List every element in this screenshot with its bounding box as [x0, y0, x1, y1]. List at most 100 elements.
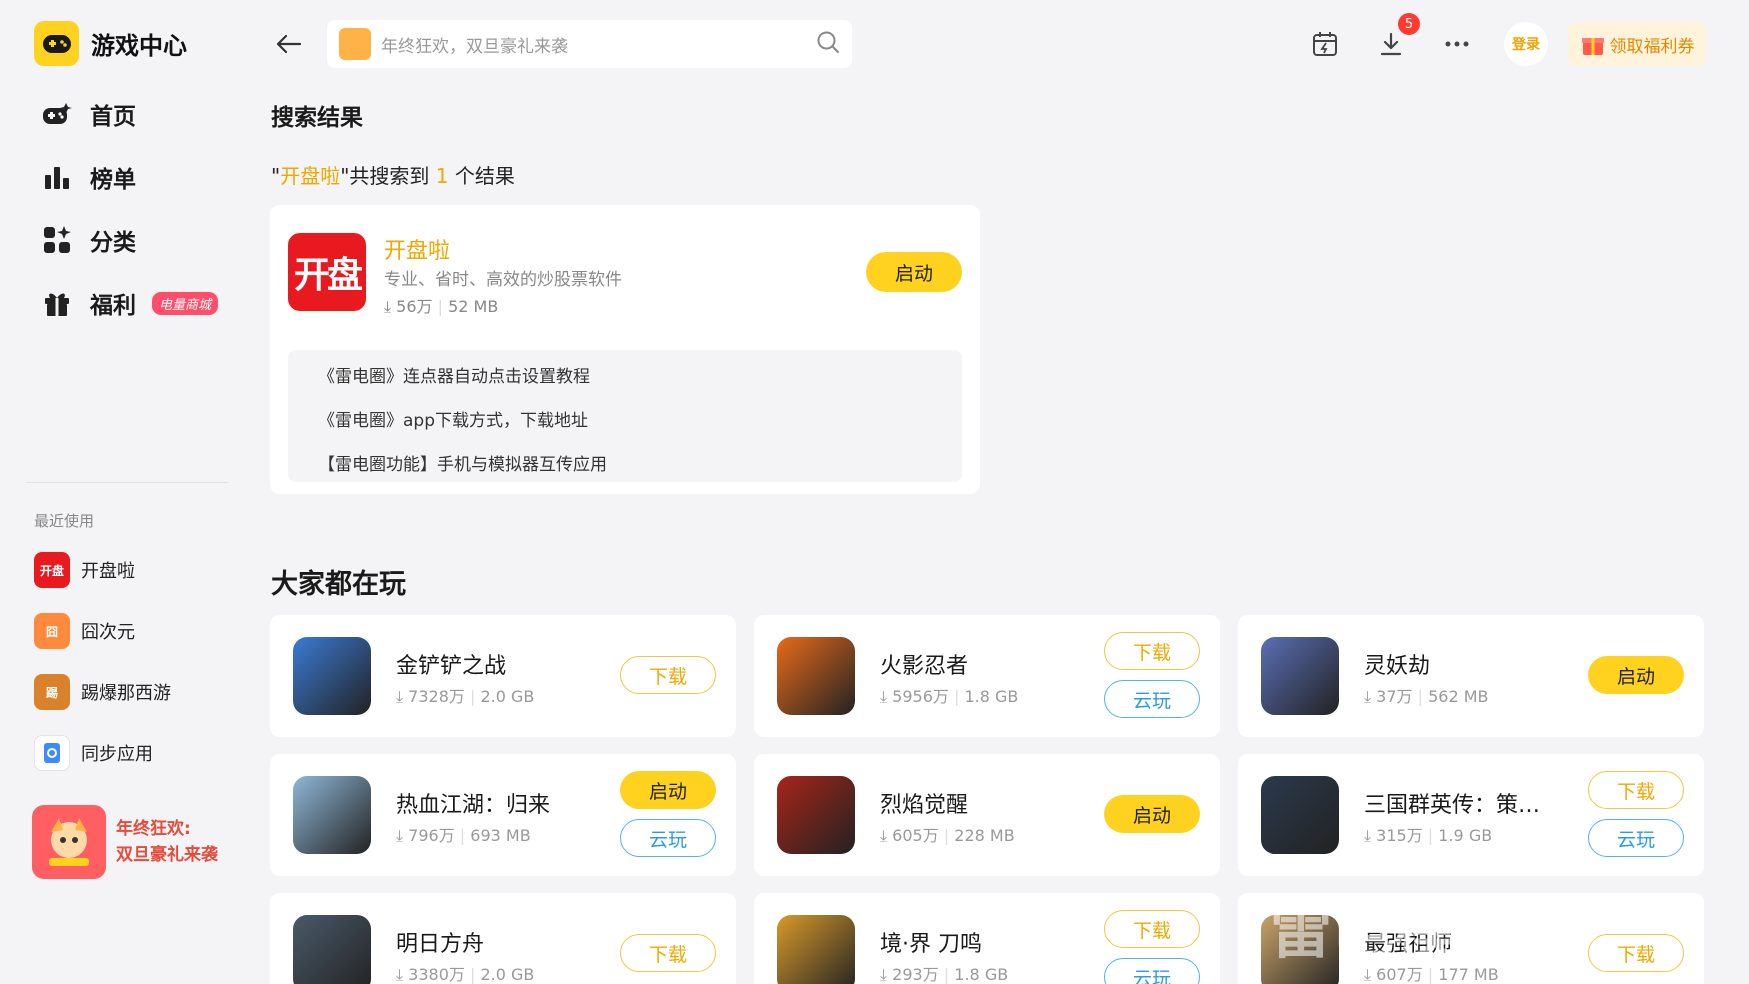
recent-item-jiongciyuan[interactable]: 囧 囧次元 — [34, 613, 135, 649]
recent-item-tibao[interactable]: 踢 踢爆那西游 — [34, 674, 171, 710]
sidebar-item-ranking[interactable]: 榜单 — [40, 157, 136, 197]
app-icon: 囧 — [34, 613, 70, 649]
gift-icon — [40, 286, 74, 320]
result-count: 1 — [435, 164, 449, 188]
sidebar-divider — [26, 482, 228, 483]
download-small-icon: ⤓ — [384, 297, 392, 316]
game-meta: ⤓ 315万 | 1.9 GB — [1364, 826, 1493, 845]
game-card[interactable]: 金铲铲之战 ⤓ 7328万 | 2.0 GB 下载 — [270, 615, 736, 737]
game-card[interactable]: 火影忍者 ⤓ 5956万 | 1.8 GB 下载云玩 — [754, 615, 1220, 737]
game-card[interactable]: 三国群英传：策定九州 ⤓ 315万 | 1.9 GB 下载云玩 — [1238, 754, 1704, 876]
gamepad-icon — [40, 97, 74, 131]
sidebar-item-home[interactable]: 首页 — [40, 94, 136, 134]
game-meta: ⤓ 7328万 | 2.0 GB — [396, 687, 535, 706]
sync-app-icon — [34, 735, 70, 771]
game-icon — [293, 915, 371, 984]
game-name[interactable]: 火影忍者 — [880, 648, 968, 680]
sidebar-item-label: 榜单 — [90, 167, 136, 193]
app-icon: 开盘 — [288, 233, 366, 311]
game-icon — [777, 637, 855, 715]
app-icon: 开盘 — [34, 552, 70, 588]
game-meta: ⤓ 37万 | 562 MB — [1364, 687, 1489, 706]
app-title: 游戏中心 — [91, 32, 187, 60]
game-icon — [293, 637, 371, 715]
cloud-play-button[interactable]: 云玩 — [1588, 819, 1684, 857]
game-card[interactable]: 灵妖劫 ⤓ 37万 | 562 MB 启动 — [1238, 615, 1704, 737]
promo-line2: 双旦豪礼来袭 — [116, 845, 218, 865]
related-articles: 《雷电圈》连点器自动点击设置教程 《雷电圈》app下载方式，下载地址 【雷电圈功… — [288, 350, 962, 482]
search-promo-thumb — [339, 28, 371, 60]
search-input[interactable]: 年终狂欢，双旦豪礼来袭 — [381, 32, 816, 57]
recent-item-kaipanla[interactable]: 开盘 开盘啦 — [34, 552, 135, 588]
game-name[interactable]: 三国群英传：策定九州 — [1364, 787, 1554, 819]
login-button[interactable]: 登录 — [1504, 22, 1548, 66]
game-card[interactable]: 烈焰觉醒 ⤓ 605万 | 228 MB 启动 — [754, 754, 1220, 876]
coupon-label: 领取福利券 — [1609, 36, 1695, 57]
article-link[interactable]: 《雷电圈》app下载方式，下载地址 — [318, 402, 932, 446]
coupon-button[interactable]: 领取福利券 — [1568, 22, 1706, 66]
game-name[interactable]: 金铲铲之战 — [396, 648, 506, 680]
search-results-title: 搜索结果 — [271, 105, 363, 131]
query-text: 开盘啦 — [280, 164, 341, 188]
recent-item-label: 开盘啦 — [81, 561, 135, 582]
recent-title: 最近使用 — [34, 512, 95, 530]
sidebar-item-welfare[interactable]: 福利 电量商城 — [40, 283, 219, 323]
recent-item-label: 囧次元 — [81, 622, 135, 643]
download-button[interactable]: 下载 — [1588, 934, 1684, 972]
promo-line1: 年终狂欢: — [116, 819, 191, 839]
download-button[interactable]: 下载 — [1588, 771, 1684, 809]
game-card[interactable]: 明日方舟 ⤓ 3380万 | 2.0 GB 下载 — [270, 893, 736, 984]
game-icon — [1261, 637, 1339, 715]
game-name[interactable]: 烈焰觉醒 — [880, 787, 968, 819]
gamepad-logo-icon — [34, 21, 79, 66]
article-link[interactable]: 《雷电圈》连点器自动点击设置教程 — [318, 358, 932, 402]
game-icon — [293, 776, 371, 854]
launch-button[interactable]: 启动 — [866, 252, 962, 292]
download-button[interactable]: 下载 — [1104, 910, 1200, 948]
search-summary: "开盘啦"共搜索到 1 个结果 — [271, 164, 515, 188]
game-meta: ⤓ 605万 | 228 MB — [880, 826, 1015, 845]
cloud-play-button[interactable]: 云玩 — [1104, 680, 1200, 718]
download-button[interactable]: 下载 — [620, 934, 716, 972]
game-icon — [777, 776, 855, 854]
download-button[interactable]: 下载 — [620, 656, 716, 694]
game-name[interactable]: 明日方舟 — [396, 926, 484, 958]
promo-banner[interactable]: 年终狂欢: 双旦豪礼来袭 — [32, 804, 232, 880]
article-link[interactable]: 【雷电圈功能】手机与模拟器互传应用 — [318, 446, 932, 490]
sidebar-item-label: 分类 — [90, 230, 136, 256]
game-name[interactable]: 热血江湖：归来 — [396, 787, 550, 819]
launch-button[interactable]: 启动 — [620, 771, 716, 809]
search-result-card[interactable]: 开盘 开盘啦 专业、省时、高效的炒股票软件 ⤓ 56万 | 52 MB 启动 《… — [270, 205, 980, 494]
popular-title: 大家都在玩 — [271, 569, 406, 600]
sidebar-item-category[interactable]: 分类 — [40, 220, 136, 260]
sidebar-item-label: 福利 — [90, 293, 136, 319]
result-app-name[interactable]: 开盘啦 — [384, 233, 450, 265]
watermark-text: 雷电模拟器 — [1270, 894, 1581, 967]
game-card[interactable]: 热血江湖：归来 ⤓ 796万 | 693 MB 启动云玩 — [270, 754, 736, 876]
download-button[interactable]: 下载 — [1104, 632, 1200, 670]
game-name[interactable]: 灵妖劫 — [1364, 648, 1430, 680]
game-meta: ⤓ 796万 | 693 MB — [396, 826, 531, 845]
launch-button[interactable]: 启动 — [1104, 795, 1200, 833]
game-name[interactable]: 境·界 刀鸣 — [880, 926, 982, 958]
recent-item-label: 踢爆那西游 — [81, 683, 171, 704]
sidebar-item-label: 首页 — [90, 104, 136, 130]
launch-button[interactable]: 启动 — [1588, 656, 1684, 694]
recent-item-label: 同步应用 — [81, 744, 153, 765]
recent-item-sync[interactable]: 同步应用 — [34, 735, 153, 771]
game-meta: ⤓ 3380万 | 2.0 GB — [396, 965, 535, 984]
mall-tag: 电量商城 — [152, 291, 219, 315]
more-icon[interactable] — [1439, 26, 1475, 62]
app-logo[interactable]: 游戏中心 — [34, 21, 187, 66]
search-bar[interactable]: 年终狂欢，双旦豪礼来袭 — [327, 20, 852, 68]
arrow-left-icon — [276, 34, 302, 54]
back-button[interactable] — [272, 27, 306, 61]
cloud-play-button[interactable]: 云玩 — [1104, 958, 1200, 984]
game-meta: ⤓ 5956万 | 1.8 GB — [880, 687, 1019, 706]
game-meta: ⤓ 293万 | 1.8 GB — [880, 965, 1009, 984]
search-icon[interactable] — [816, 30, 840, 58]
cloud-play-button[interactable]: 云玩 — [620, 819, 716, 857]
game-card[interactable]: 境·界 刀鸣 ⤓ 293万 | 1.8 GB 下载云玩 — [754, 893, 1220, 984]
calendar-icon[interactable] — [1307, 26, 1343, 62]
download-count-badge: 5 — [1398, 13, 1420, 35]
